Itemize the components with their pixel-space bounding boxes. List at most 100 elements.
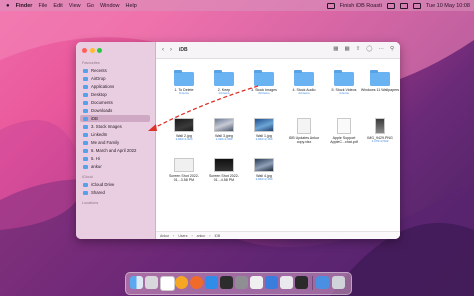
- system-preferences-icon[interactable]: [235, 276, 248, 289]
- zoom-button[interactable]: [97, 48, 102, 53]
- folder-icon: [370, 70, 390, 86]
- share-icon[interactable]: ⇧: [356, 46, 361, 52]
- file-item[interactable]: 3. Stock Images 20 items: [244, 70, 284, 96]
- sidebar-item-shared[interactable]: Shared: [80, 189, 150, 196]
- sidebar-item-stock-images[interactable]: 3. Stock Images: [80, 123, 150, 130]
- calendar-icon[interactable]: [250, 276, 263, 289]
- sidebar-item-label: iDB: [91, 116, 98, 121]
- file-item[interactable]: 2. Keep 14 items: [204, 70, 244, 96]
- apple-icon[interactable]: ●: [6, 3, 10, 9]
- vlc-icon[interactable]: [175, 276, 188, 289]
- sidebar-item-downloads[interactable]: Downloads: [80, 107, 150, 114]
- menu-edit[interactable]: Edit: [53, 3, 62, 9]
- battery-icon[interactable]: [326, 2, 335, 9]
- file-item[interactable]: Wall 1.jpg 3,840×2,160: [244, 118, 284, 142]
- close-button[interactable]: [82, 48, 87, 53]
- app-store-icon[interactable]: [205, 276, 218, 289]
- mail-icon[interactable]: [265, 276, 278, 289]
- toolbar-actions: ▦ ▦ ⇧ ◯ ⋯ ⚲: [333, 46, 394, 52]
- sidebar-item-label: Desktop: [91, 92, 107, 97]
- folder-icon: [174, 70, 194, 86]
- image-thumbnail: [254, 118, 274, 132]
- folder-icon: [83, 140, 88, 145]
- file-item[interactable]: Windows 11 Wallpapers: [360, 70, 400, 92]
- sidebar-item-hi[interactable]: 5. Hi: [80, 155, 150, 162]
- sidebar-item-march-april[interactable]: 6. March and April 2022: [80, 147, 150, 154]
- sidebar-item-label: 3. Stock Images: [91, 124, 122, 129]
- music-icon[interactable]: [220, 276, 233, 289]
- path-segment[interactable]: ankur: [197, 234, 206, 238]
- sidebar-item-ankur[interactable]: ankur: [80, 163, 150, 170]
- sidebar-item-applications[interactable]: Applications: [80, 83, 150, 90]
- sidebar-item-label: ankur: [91, 164, 102, 169]
- file-meta: 6 items: [179, 91, 189, 96]
- menu-go[interactable]: Go: [87, 3, 94, 9]
- file-item[interactable]: Wall 2.jpg 3,840×1,920: [164, 118, 204, 142]
- control-center-icon[interactable]: [412, 2, 421, 9]
- sidebar-item-label: Applications: [91, 84, 115, 89]
- menu-app-name[interactable]: Finder: [16, 3, 33, 9]
- sidebar-item-icloud-drive[interactable]: iCloud Drive: [80, 181, 150, 188]
- menu-clock[interactable]: Tue 10 May 10:08: [426, 3, 470, 9]
- image-thumbnail: [174, 118, 194, 132]
- path-separator-icon: ›: [191, 233, 193, 238]
- search-icon[interactable]: ⚲: [390, 46, 394, 52]
- file-meta: 24 items: [298, 91, 310, 96]
- trash-icon[interactable]: [332, 276, 345, 289]
- tag-icon[interactable]: ◯: [366, 46, 372, 52]
- wifi-icon[interactable]: [386, 2, 395, 9]
- launchpad-icon[interactable]: [145, 276, 158, 289]
- firefox-icon[interactable]: [190, 276, 203, 289]
- view-grid-icon[interactable]: ▦: [333, 46, 338, 52]
- path-separator-icon: ›: [209, 233, 211, 238]
- file-item[interactable]: iDB Updates Ankur copy.xlsx: [284, 118, 324, 144]
- finder-icon[interactable]: [130, 276, 143, 289]
- status-app-label[interactable]: Finish iDB Roasti: [340, 3, 382, 9]
- main-content: ‹ › iDB ▦ ▦ ⇧ ◯ ⋯ ⚲ 1. To Delete 6 items…: [156, 42, 400, 239]
- sidebar-item-desktop[interactable]: Desktop: [80, 91, 150, 98]
- back-button[interactable]: ‹: [162, 47, 164, 53]
- more-icon[interactable]: ⋯: [378, 46, 384, 52]
- forward-button[interactable]: ›: [170, 47, 172, 53]
- downloads-stack-icon[interactable]: [316, 276, 329, 289]
- file-item[interactable]: Wall 4.jpg 3,840×2,160: [244, 158, 284, 182]
- path-segment[interactable]: iDB: [215, 234, 221, 238]
- image-thumbnail: [254, 158, 274, 172]
- file-item[interactable]: 5. Stock Videos 4 items: [324, 70, 364, 96]
- sidebar-item-documents[interactable]: Documents: [80, 99, 150, 106]
- toolbar: ‹ › iDB ▦ ▦ ⇧ ◯ ⋯ ⚲: [156, 42, 400, 59]
- path-segment[interactable]: Ankur: [160, 234, 169, 238]
- group-icon[interactable]: ▦: [345, 46, 350, 52]
- file-item[interactable]: Wall 3.jpeg 1,920×1,080: [204, 118, 244, 142]
- spreadsheet-icon: [297, 118, 311, 134]
- home-icon: [83, 164, 88, 169]
- sidebar-item-airdrop[interactable]: AirDrop: [80, 75, 150, 82]
- menu-window[interactable]: Window: [100, 3, 120, 9]
- file-item[interactable]: 1. To Delete 6 items: [164, 70, 204, 96]
- path-separator-icon: ›: [173, 233, 175, 238]
- sidebar-item-idb[interactable]: iDB: [80, 115, 150, 122]
- terminal-icon[interactable]: [295, 276, 308, 289]
- menu-help[interactable]: Help: [126, 3, 137, 9]
- search-icon[interactable]: [399, 2, 408, 9]
- file-item[interactable]: Screen Shot 2022-01...3.58 PM: [164, 158, 204, 182]
- folder-icon: [83, 148, 88, 153]
- menu-file[interactable]: File: [38, 3, 47, 9]
- photos-icon[interactable]: [280, 276, 293, 289]
- file-item[interactable]: IMG_9429.PNG 1,170×2,532: [360, 118, 400, 144]
- file-item[interactable]: Screen Shot 2022-01...4.58 PM: [204, 158, 244, 182]
- folder-icon: [83, 116, 88, 121]
- sidebar-item-linkedin[interactable]: LinkedIn: [80, 131, 150, 138]
- file-name: iDB Updates Ankur copy.xlsx: [288, 136, 320, 145]
- sidebar-item-label: Recents: [91, 68, 107, 73]
- menu-extras: Finish iDB Roasti Tue 10 May 10:08: [322, 0, 470, 11]
- sidebar-item-recents[interactable]: Recents: [80, 67, 150, 74]
- path-segment[interactable]: Users: [178, 234, 187, 238]
- file-item[interactable]: 4. Stock Audio 24 items: [284, 70, 324, 96]
- menu-view[interactable]: View: [69, 3, 81, 9]
- chrome-icon[interactable]: [160, 276, 175, 291]
- file-item[interactable]: Apple Support AppleC...chat.pdf: [324, 118, 364, 144]
- shared-folder-icon: [83, 190, 88, 195]
- minimize-button[interactable]: [89, 48, 95, 53]
- sidebar-item-me-and-family[interactable]: Me and Family: [80, 139, 150, 146]
